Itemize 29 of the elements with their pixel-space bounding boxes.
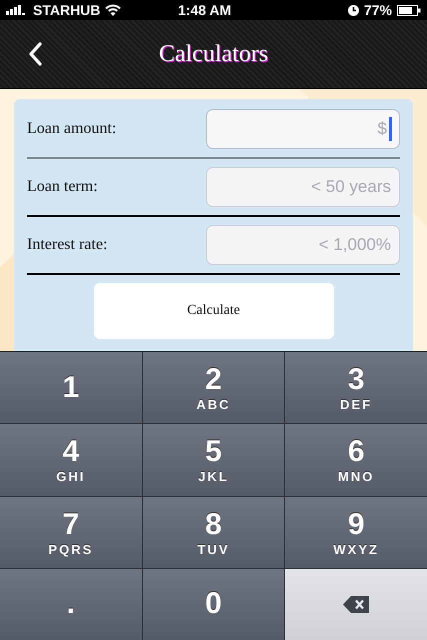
screen-title: Calculators (158, 40, 268, 68)
keyboard-key[interactable]: 7 PQRS (0, 496, 142, 568)
field-label: Loan amount: (27, 120, 116, 138)
keyboard-key[interactable]: 0 (142, 568, 284, 640)
clock-icon (348, 4, 359, 16)
status-time: 1:48 AM (178, 2, 232, 18)
keyboard-key[interactable]: 8 TUV (142, 496, 284, 568)
battery-icon (397, 4, 421, 16)
keyboard-key[interactable]: 3 DEF (285, 352, 427, 424)
battery-percent: 77% (364, 2, 392, 18)
keyboard-key[interactable]: 4 GHI (0, 424, 142, 496)
keyboard-key[interactable]: 1 (0, 352, 142, 424)
keyboard-key[interactable]: 9 WXYZ (285, 496, 427, 568)
wifi-icon (105, 4, 122, 16)
signal-icon (6, 5, 28, 15)
input-field[interactable]: $ (206, 109, 400, 149)
carrier-name: STARHUB (33, 2, 100, 18)
input-field[interactable]: < 1,000% (206, 225, 400, 265)
field-label: Interest rate: (27, 236, 108, 254)
keyboard-key[interactable]: 5 JKL (142, 424, 284, 496)
calculate-button[interactable]: Calculate (94, 283, 334, 339)
backspace-key[interactable] (285, 568, 427, 640)
text-cursor (389, 117, 392, 141)
keyboard-key[interactable]: . (0, 568, 142, 640)
keyboard-key[interactable]: 6 MNO (285, 424, 427, 496)
field-label: Loan term: (27, 178, 98, 196)
input-field[interactable]: < 50 years (206, 167, 400, 207)
keyboard-key[interactable]: 2 ABC (142, 352, 284, 424)
backspace-icon (343, 596, 370, 613)
